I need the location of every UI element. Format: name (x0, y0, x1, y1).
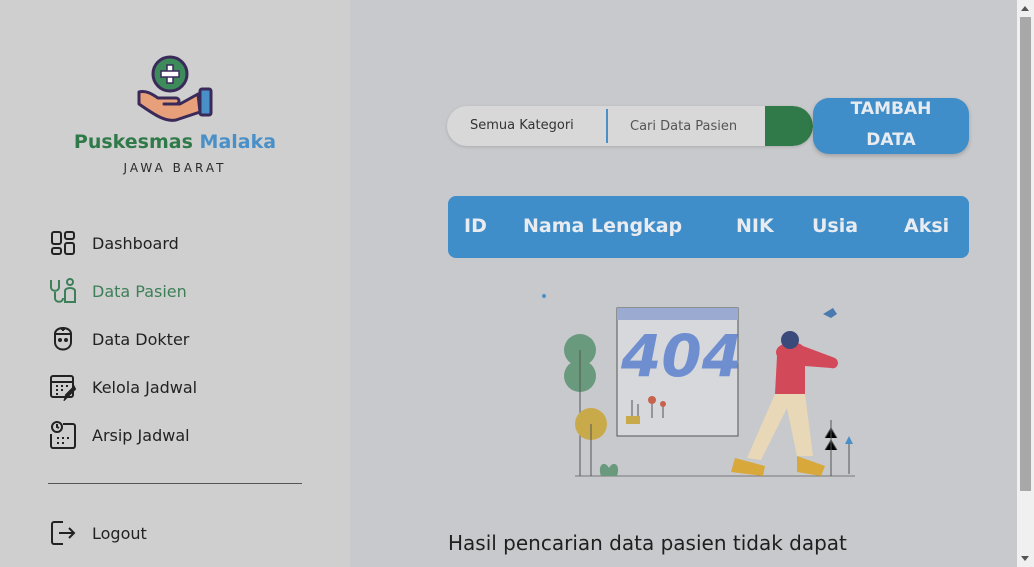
search-button[interactable] (765, 106, 813, 146)
brand-part2: Malaka (199, 131, 277, 153)
doctor-icon (48, 324, 78, 354)
archive-schedule-icon (48, 420, 78, 450)
column-header-usia: Usia (812, 215, 859, 237)
illustration-404-text: 404 (620, 322, 742, 390)
add-data-label: TAMBAH DATA (850, 99, 932, 150)
scroll-up-icon[interactable] (1021, 6, 1029, 11)
column-header-nama: Nama Lengkap (523, 215, 683, 237)
logout-icon (48, 518, 78, 548)
sidebar-item-dashboard[interactable]: Dashboard (48, 227, 179, 259)
column-header-aksi: Aksi (904, 215, 950, 237)
sidebar-item-label: Data Dokter (92, 329, 190, 349)
stethoscope-icon (48, 276, 78, 306)
sidebar-item-label: Kelola Jadwal (92, 377, 198, 397)
sidebar-divider (48, 483, 302, 484)
brand-title: Puskesmas Malaka (0, 131, 350, 153)
scroll-down-icon[interactable] (1021, 556, 1029, 561)
brand-subtitle: JAWA BARAT (123, 161, 227, 175)
empty-result-message: Hasil pencarian data pasien tidak dapat (448, 531, 847, 555)
logout-button[interactable]: Logout (48, 517, 147, 549)
sidebar-item-label: Dashboard (92, 233, 179, 253)
search-input[interactable] (609, 106, 765, 146)
calendar-edit-icon (48, 372, 78, 402)
add-data-button[interactable]: TAMBAH DATA (813, 98, 969, 154)
sidebar-item-data-pasien[interactable]: Data Pasien (48, 275, 187, 307)
not-found-illustration: 404 (542, 294, 855, 477)
column-header-nik: NIK (736, 215, 774, 237)
logout-label: Logout (92, 523, 147, 543)
logo-hand-plus-icon (137, 55, 213, 122)
search-separator (606, 109, 608, 143)
sidebar-item-label: Arsip Jadwal (92, 425, 190, 445)
page-scrollbar[interactable] (1017, 0, 1034, 567)
brand-part1: Puskesmas (73, 131, 193, 153)
sidebar-item-arsip-jadwal[interactable]: Arsip Jadwal (48, 419, 190, 451)
sidebar-item-kelola-jadwal[interactable]: Kelola Jadwal (48, 371, 197, 403)
search-bar: Semua Kategori (447, 106, 813, 146)
dashboard-icon (48, 228, 78, 258)
sidebar: Puskesmas Malaka JAWA BARAT Dashboard Da… (0, 0, 350, 567)
sidebar-item-data-dokter[interactable]: Data Dokter (48, 323, 189, 355)
table-header: ID Nama Lengkap NIK Usia Aksi (448, 196, 969, 258)
sidebar-item-label: Data Pasien (92, 281, 187, 301)
category-select[interactable]: Semua Kategori (447, 106, 607, 146)
column-header-id: ID (464, 215, 487, 237)
scrollbar-thumb[interactable] (1020, 17, 1031, 491)
